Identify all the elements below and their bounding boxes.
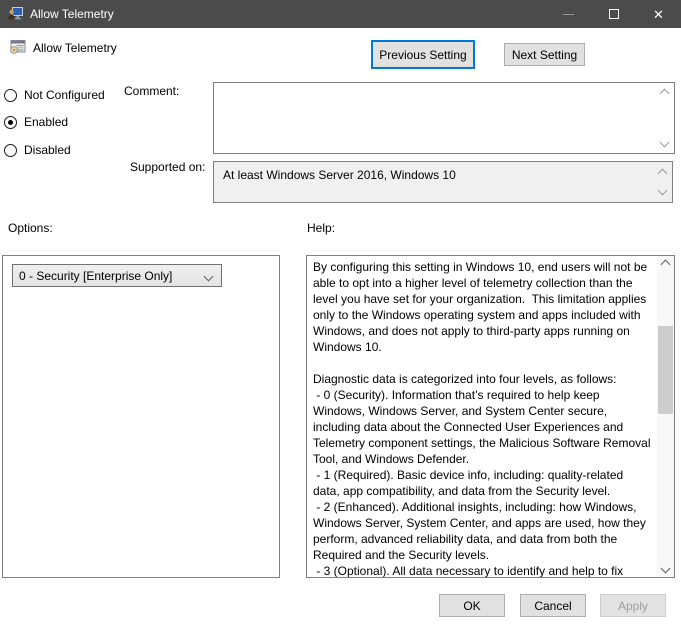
help-scrollbar[interactable] [657, 256, 674, 577]
telemetry-level-dropdown[interactable]: 0 - Security [Enterprise Only] [12, 264, 222, 287]
group-policy-icon [8, 6, 24, 22]
radio-circle-icon [4, 89, 17, 102]
radio-disabled[interactable]: Disabled [4, 143, 71, 157]
next-setting-button[interactable]: Next Setting [504, 43, 585, 66]
supported-on-label: Supported on: [130, 160, 205, 174]
radio-circle-icon [4, 116, 17, 129]
help-label: Help: [307, 221, 335, 235]
comment-input[interactable] [213, 82, 675, 154]
radio-label: Not Configured [24, 88, 105, 102]
supported-on-box: At least Windows Server 2016, Windows 10 [213, 161, 673, 203]
options-label: Options: [8, 221, 53, 235]
scroll-down-button[interactable] [657, 560, 674, 577]
ok-button[interactable]: OK [439, 594, 505, 617]
maximize-icon [609, 9, 619, 19]
scroll-up-icon [658, 169, 668, 179]
policy-setting-icon [10, 39, 26, 55]
supported-on-value: At least Windows Server 2016, Windows 10 [223, 168, 456, 182]
scroll-up-icon[interactable] [660, 89, 670, 99]
scroll-up-icon [661, 260, 671, 270]
apply-button: Apply [600, 594, 666, 617]
minimize-icon [563, 14, 574, 15]
scroll-down-icon [658, 186, 668, 196]
window-title: Allow Telemetry [30, 0, 114, 28]
titlebar[interactable]: Allow Telemetry ✕ [0, 0, 681, 28]
close-button[interactable]: ✕ [636, 0, 681, 28]
scroll-down-icon[interactable] [660, 138, 670, 148]
allow-telemetry-dialog: Allow Telemetry ✕ Allow Telemetry Previo… [0, 0, 681, 627]
help-text: By configuring this setting in Windows 1… [313, 259, 651, 577]
radio-circle-icon [4, 144, 17, 157]
maximize-button[interactable] [591, 0, 636, 28]
radio-label: Disabled [24, 143, 71, 157]
help-panel[interactable]: By configuring this setting in Windows 1… [306, 255, 675, 578]
chevron-down-icon [204, 272, 214, 282]
radio-label: Enabled [24, 115, 68, 129]
minimize-button[interactable] [546, 0, 591, 28]
scrollbar-thumb[interactable] [658, 326, 673, 414]
dropdown-selected-value: 0 - Security [Enterprise Only] [19, 269, 172, 283]
cancel-button[interactable]: Cancel [520, 594, 586, 617]
radio-enabled[interactable]: Enabled [4, 115, 68, 129]
options-panel: 0 - Security [Enterprise Only] [2, 255, 280, 578]
comment-label: Comment: [124, 84, 179, 98]
setting-name: Allow Telemetry [33, 41, 117, 55]
previous-setting-button[interactable]: Previous Setting [371, 40, 475, 69]
scroll-down-icon [661, 564, 671, 574]
scroll-up-button[interactable] [657, 256, 674, 273]
radio-not-configured[interactable]: Not Configured [4, 88, 105, 102]
close-icon: ✕ [653, 8, 664, 21]
